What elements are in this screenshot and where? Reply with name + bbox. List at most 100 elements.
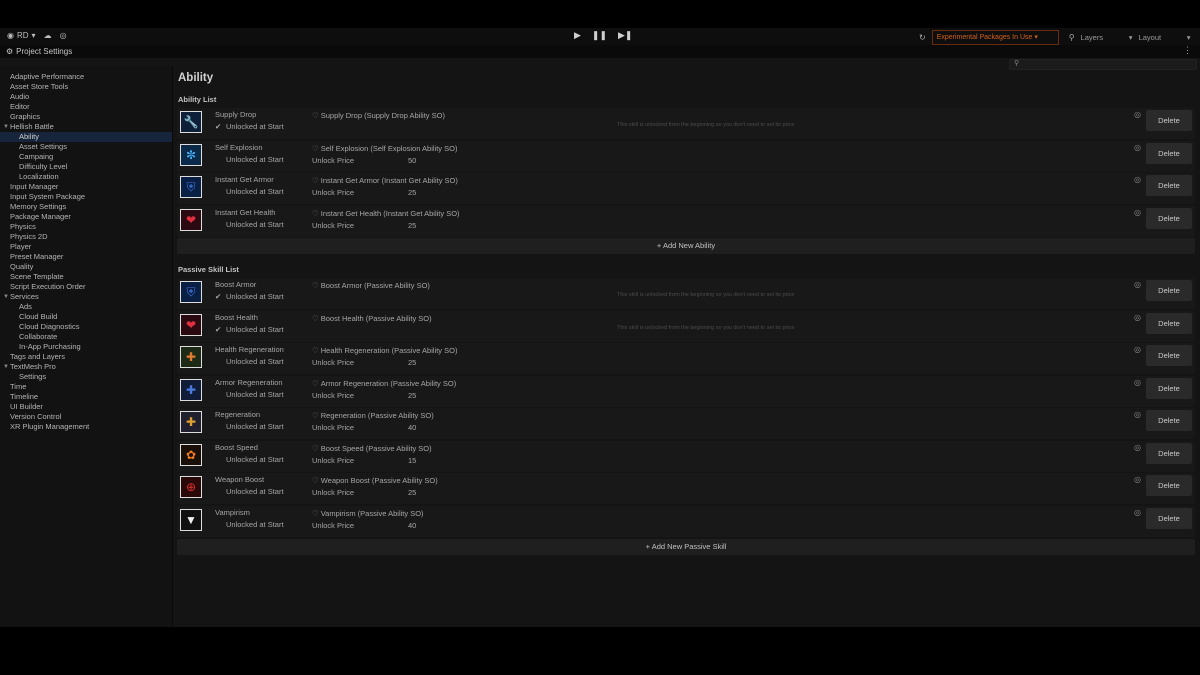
sidebar-item[interactable]: Quality bbox=[0, 262, 172, 272]
sidebar-item[interactable]: Adaptive Performance bbox=[0, 72, 172, 82]
sidebar-item[interactable]: Memory Settings bbox=[0, 202, 172, 212]
self-explosion-icon[interactable]: ✼ bbox=[180, 143, 202, 166]
sidebar-item[interactable]: Editor bbox=[0, 102, 172, 112]
unlock-price-field[interactable]: 15 bbox=[408, 456, 416, 465]
ability-name-field[interactable]: Boost Speed bbox=[215, 443, 258, 452]
object-picker-icon[interactable]: ◎ bbox=[1134, 378, 1141, 387]
unlock-price-field[interactable]: 25 bbox=[408, 188, 416, 197]
unlock-price-field[interactable]: 50 bbox=[408, 156, 416, 165]
armor-shield-icon[interactable]: ⛨ bbox=[180, 281, 202, 303]
scriptable-object-field[interactable]: ♡ Supply Drop (Supply Drop Ability SO) bbox=[312, 111, 445, 120]
weapon-crosshair-icon[interactable]: ⊕ bbox=[180, 476, 202, 498]
ability-name-field[interactable]: Vampirism bbox=[215, 508, 250, 517]
pause-icon[interactable]: ❚❚ bbox=[592, 30, 607, 41]
unlocked-at-start-checkbox[interactable]: ✔ bbox=[215, 325, 225, 334]
sidebar-item[interactable]: Ability bbox=[0, 132, 172, 142]
delete-button[interactable]: Delete bbox=[1146, 312, 1192, 334]
sidebar-item[interactable]: Player bbox=[0, 242, 172, 252]
ability-name-field[interactable]: Self Explosion bbox=[215, 143, 263, 152]
sidebar-item[interactable]: Physics 2D bbox=[0, 232, 172, 242]
expand-arrow-icon[interactable]: ▼ bbox=[3, 362, 9, 372]
scriptable-object-field[interactable]: ♡ Boost Health (Passive Ability SO) bbox=[312, 314, 432, 323]
unlock-price-field[interactable]: 25 bbox=[408, 358, 416, 367]
ability-name-field[interactable]: Instant Get Armor bbox=[215, 175, 274, 184]
project-settings-tab[interactable]: ⚙ Project Settings bbox=[6, 47, 72, 56]
scriptable-object-field[interactable]: ♡ Regeneration (Passive Ability SO) bbox=[312, 411, 434, 420]
sidebar-item[interactable]: ▼ TextMesh Pro bbox=[0, 362, 172, 372]
supply-drop-icon[interactable]: 🔧 bbox=[180, 111, 202, 133]
object-picker-icon[interactable]: ◎ bbox=[1134, 508, 1141, 517]
unlock-price-field[interactable]: 25 bbox=[408, 221, 416, 230]
delete-button[interactable]: Delete bbox=[1146, 110, 1192, 131]
sidebar-item[interactable]: Version Control bbox=[0, 412, 172, 422]
object-picker-icon[interactable]: ◎ bbox=[1134, 313, 1141, 322]
object-picker-icon[interactable]: ◎ bbox=[1134, 475, 1141, 484]
sidebar-item[interactable]: XR Plugin Management bbox=[0, 422, 172, 432]
cloud-icon[interactable]: ☁ bbox=[44, 31, 52, 40]
delete-button[interactable]: Delete bbox=[1146, 207, 1192, 229]
scriptable-object-field[interactable]: ♡ Armor Regeneration (Passive Ability SO) bbox=[312, 379, 456, 388]
settings-search-input[interactable]: ⚲ bbox=[1009, 59, 1197, 70]
unlocked-at-start-checkbox[interactable]: ✔ bbox=[215, 122, 225, 131]
history-icon[interactable]: ↻ bbox=[919, 33, 926, 42]
sidebar-item[interactable]: Asset Store Tools bbox=[0, 82, 172, 92]
ability-name-field[interactable]: Weapon Boost bbox=[215, 475, 264, 484]
sidebar-item[interactable]: Difficulty Level bbox=[0, 162, 172, 172]
delete-button[interactable]: Delete bbox=[1146, 142, 1192, 164]
sidebar-item[interactable]: UI Builder bbox=[0, 402, 172, 412]
ability-name-field[interactable]: Armor Regeneration bbox=[215, 378, 283, 387]
scriptable-object-field[interactable]: ♡ Instant Get Health (Instant Get Ability… bbox=[312, 209, 460, 218]
object-picker-icon[interactable]: ◎ bbox=[1134, 143, 1141, 152]
object-picker-icon[interactable]: ◎ bbox=[1134, 410, 1141, 419]
sidebar-item[interactable]: Campaing bbox=[0, 152, 172, 162]
play-icon[interactable]: ▶ bbox=[574, 30, 581, 41]
object-picker-icon[interactable]: ◎ bbox=[1134, 280, 1141, 289]
sidebar-item[interactable]: ▼ Services bbox=[0, 292, 172, 302]
sidebar-item[interactable]: Input System Package bbox=[0, 192, 172, 202]
sidebar-item[interactable]: Cloud Build bbox=[0, 312, 172, 322]
window-menu-icon[interactable]: ⋮ bbox=[1183, 45, 1192, 56]
speed-paw-icon[interactable]: ✿ bbox=[180, 443, 202, 466]
delete-button[interactable]: Delete bbox=[1146, 345, 1192, 366]
delete-button[interactable]: Delete bbox=[1146, 410, 1192, 431]
object-picker-icon[interactable]: ◎ bbox=[1134, 110, 1141, 119]
ability-name-field[interactable]: Regeneration bbox=[215, 410, 260, 419]
experimental-packages-button[interactable]: Experimental Packages In Use ▾ bbox=[931, 30, 1059, 45]
ability-name-field[interactable]: Boost Health bbox=[215, 313, 258, 322]
sidebar-item[interactable]: ▼ Hellish Battle bbox=[0, 122, 172, 132]
add-new-passive-skill-button[interactable]: + Add New Passive Skill bbox=[177, 539, 1195, 555]
scriptable-object-field[interactable]: ♡ Self Explosion (Self Explosion Ability … bbox=[312, 144, 457, 153]
unlock-price-field[interactable]: 25 bbox=[408, 391, 416, 400]
sidebar-item[interactable]: Ads bbox=[0, 302, 172, 312]
object-picker-icon[interactable]: ◎ bbox=[1134, 175, 1141, 184]
ability-name-field[interactable]: Health Regeneration bbox=[215, 345, 284, 354]
delete-button[interactable]: Delete bbox=[1146, 442, 1192, 464]
layout-dropdown[interactable]: Layout ▾ bbox=[1139, 33, 1191, 42]
sidebar-item[interactable]: Scene Template bbox=[0, 272, 172, 282]
account-dropdown[interactable]: ◉ RD ▾ bbox=[7, 31, 36, 40]
health-heart-icon[interactable]: ❤ bbox=[180, 313, 202, 336]
unlock-price-field[interactable]: 25 bbox=[408, 488, 416, 497]
unlocked-at-start-checkbox[interactable]: ✔ bbox=[215, 292, 225, 301]
regeneration-icon[interactable]: ✚ bbox=[180, 411, 202, 433]
sidebar-item[interactable]: Graphics bbox=[0, 112, 172, 122]
expand-arrow-icon[interactable]: ▼ bbox=[3, 122, 9, 132]
armor-regen-icon[interactable]: ✚ bbox=[180, 378, 202, 401]
search-icon[interactable]: ⚲ bbox=[1069, 33, 1075, 42]
unlock-price-field[interactable]: 40 bbox=[408, 423, 416, 432]
sidebar-item[interactable]: Cloud Diagnostics bbox=[0, 322, 172, 332]
sidebar-item[interactable]: Physics bbox=[0, 222, 172, 232]
sidebar-item[interactable]: Audio bbox=[0, 92, 172, 102]
sidebar-item[interactable]: Timeline bbox=[0, 392, 172, 402]
scriptable-object-field[interactable]: ♡ Instant Get Armor (Instant Get Ability … bbox=[312, 176, 458, 185]
delete-button[interactable]: Delete bbox=[1146, 507, 1192, 529]
sidebar-item[interactable]: Time bbox=[0, 382, 172, 392]
scriptable-object-field[interactable]: ♡ Health Regeneration (Passive Ability SO… bbox=[312, 346, 457, 355]
armor-shield-icon[interactable]: ⛨ bbox=[180, 176, 202, 198]
ability-name-field[interactable]: Instant Get Health bbox=[215, 208, 275, 217]
collab-icon[interactable]: ◎ bbox=[60, 31, 67, 40]
scriptable-object-field[interactable]: ♡ Weapon Boost (Passive Ability SO) bbox=[312, 476, 438, 485]
health-regen-icon[interactable]: ✚ bbox=[180, 346, 202, 368]
delete-button[interactable]: Delete bbox=[1146, 475, 1192, 496]
sidebar-item[interactable]: Tags and Layers bbox=[0, 352, 172, 362]
